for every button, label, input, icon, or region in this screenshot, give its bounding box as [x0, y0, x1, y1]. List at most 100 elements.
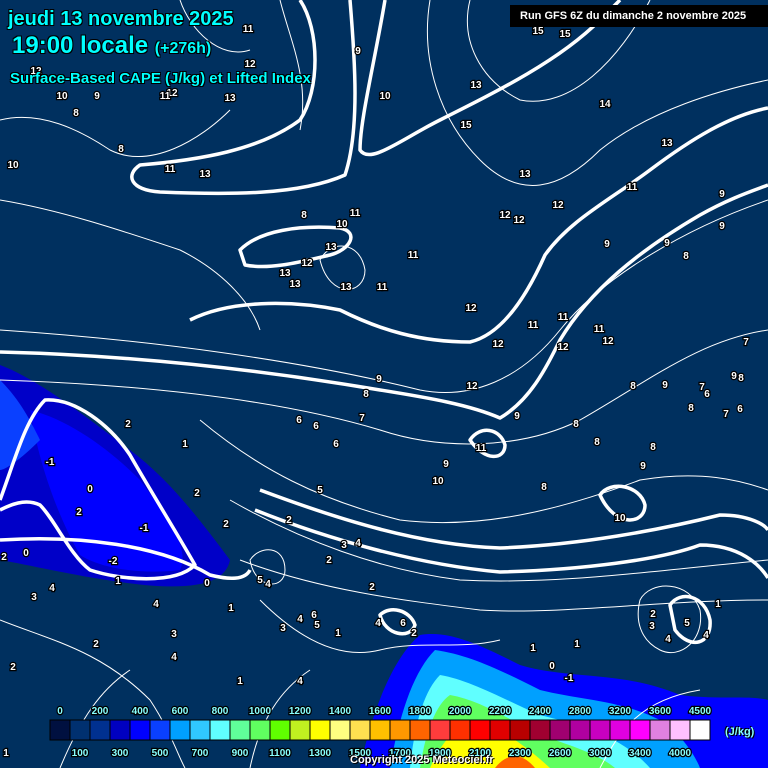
colorbar-tick-label: 1300	[309, 748, 332, 759]
contour-label: 8	[73, 108, 79, 119]
contour-label: 9	[376, 374, 382, 385]
colorbar-swatch	[169, 719, 191, 741]
colorbar-tick-label: 4000	[669, 748, 692, 759]
contour-label: -2	[109, 556, 118, 567]
contour-label: 7	[743, 337, 749, 348]
colorbar-swatch	[449, 719, 471, 741]
colorbar-swatch	[389, 719, 411, 741]
contour-label: 3	[280, 623, 286, 634]
contour-label: -1	[565, 673, 574, 684]
colorbar-tick-label: 2600	[549, 748, 572, 759]
colorbar-tick-label: 1800	[409, 706, 432, 717]
contour-label: 15	[532, 26, 544, 37]
colorbar-swatch	[309, 719, 331, 741]
contour-label: 13	[470, 80, 482, 91]
contour-label: 5	[684, 618, 690, 629]
contour-label: 1	[574, 639, 580, 650]
contour-label: 4	[297, 676, 303, 687]
colorbar-swatch	[429, 719, 451, 741]
contour-label: 10	[56, 91, 68, 102]
contour-label: 6	[296, 415, 302, 426]
colorbar-swatch	[549, 719, 571, 741]
contour-label: -1	[140, 523, 149, 534]
colorbar-swatch	[609, 719, 631, 741]
contour-label: 2	[93, 639, 99, 650]
contour-label: 1	[335, 628, 341, 639]
contour-label: 8	[594, 437, 600, 448]
contour-label: 8	[688, 403, 694, 414]
contour-label: 10	[379, 91, 391, 102]
contour-label: 12	[492, 339, 504, 350]
colorbar-tick-label: 0	[57, 706, 63, 717]
colorbar-swatch	[409, 719, 431, 741]
forecast-date: jeudi 13 novembre 2025	[8, 8, 234, 30]
contour-label: 8	[363, 389, 369, 400]
colorbar-swatch	[109, 719, 131, 741]
contour-label: 9	[604, 239, 610, 250]
contour-label: 2	[76, 507, 82, 518]
contour-label: 1	[115, 576, 121, 587]
contour-label: 0	[87, 484, 93, 495]
contour-label: 8	[301, 210, 307, 221]
colorbar-swatch	[49, 719, 71, 741]
contour-label: 11	[476, 443, 487, 454]
contour-label: 12	[557, 342, 569, 353]
contour-label: 1	[715, 599, 721, 610]
contour-label: 12	[466, 381, 478, 392]
colorbar-unit: (J/kg)	[725, 726, 755, 738]
contour-label: 13	[224, 93, 236, 104]
contour-label: 3	[31, 592, 37, 603]
contour-label: 6	[313, 421, 319, 432]
contour-label: 9	[719, 221, 725, 232]
contour-label: 0	[549, 661, 555, 672]
parameter-title: Surface-Based CAPE (J/kg) et Lifted Inde…	[10, 70, 311, 87]
colorbar-swatch	[269, 719, 291, 741]
contour-label: 8	[650, 442, 656, 453]
colorbar-swatch	[129, 719, 151, 741]
contour-label: 15	[460, 120, 472, 131]
contour-label: 8	[683, 251, 689, 262]
contour-label: 4	[171, 652, 177, 663]
colorbar-tick-label: 200	[92, 706, 109, 717]
contour-label: 4	[355, 538, 361, 549]
contour-label: 9	[664, 238, 670, 249]
contour-label: 3	[649, 621, 655, 632]
contour-label: 6	[704, 389, 710, 400]
contour-label: 2	[125, 419, 131, 430]
contour-label: 9	[514, 411, 520, 422]
colorbar-swatch	[69, 719, 91, 741]
colorbar-tick-label: 1600	[369, 706, 392, 717]
contour-label: 7	[723, 409, 729, 420]
contour-label: 13	[289, 279, 301, 290]
contour-label: 4	[665, 634, 671, 645]
contour-label: 4	[265, 579, 271, 590]
contour-label: 11	[243, 24, 254, 35]
colorbar-swatch	[489, 719, 511, 741]
colorbar-swatch	[249, 719, 271, 741]
local-time: 19:00 locale	[12, 32, 149, 59]
contour-label: 8	[541, 482, 547, 493]
contour-label: 13	[661, 138, 673, 149]
contour-label: 1	[237, 676, 243, 687]
contour-label: 12	[552, 200, 564, 211]
colorbar-swatch	[649, 719, 671, 741]
contour-label: 8	[630, 381, 636, 392]
contour-label: 11	[528, 320, 539, 331]
colorbar-tick-label: 400	[132, 706, 149, 717]
contour-label: 2	[1, 552, 7, 563]
colorbar-tick-label: 2000	[449, 706, 472, 717]
colorbar-swatch	[289, 719, 311, 741]
contour-label: 12	[301, 258, 313, 269]
contour-label: 3	[341, 540, 347, 551]
contour-label: 13	[519, 169, 531, 180]
contour-label: 4	[153, 599, 159, 610]
colorbar-tick-label: 1000	[249, 706, 272, 717]
colorbar-tick-label: 500	[152, 748, 169, 759]
colorbar-swatch	[569, 719, 591, 741]
contour-label: 8	[738, 373, 744, 384]
contour-label: 1	[3, 748, 9, 759]
contour-label: 10	[336, 219, 348, 230]
contour-label: 11	[627, 182, 638, 193]
contour-label: 11	[350, 208, 361, 219]
colorbar-tick-label: 4500	[689, 706, 712, 717]
